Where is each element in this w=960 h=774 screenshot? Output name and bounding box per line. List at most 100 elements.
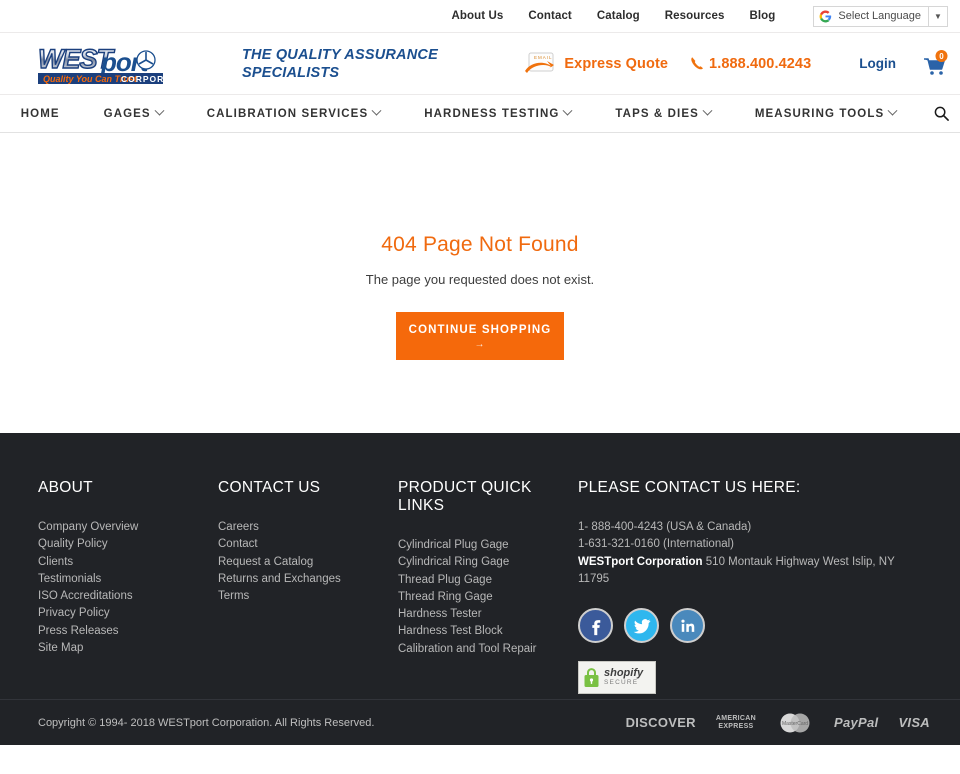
footer-link-request-a-catalog[interactable]: Request a Catalog: [218, 554, 398, 571]
footer-column-products: PRODUCT QUICK LINKS Cylindrical Plug Gag…: [398, 479, 578, 699]
top-nav: About Us Contact Catalog Resources Blog: [451, 10, 775, 22]
footer-column-about: ABOUT Company Overview Quality Policy Cl…: [38, 479, 218, 699]
footer-bottom-bar: Copyright © 1994- 2018 WESTport Corporat…: [0, 699, 960, 745]
topnav-link-about-us[interactable]: About Us: [451, 10, 503, 22]
footer-link-iso-accreditations[interactable]: ISO Accreditations: [38, 588, 218, 605]
chevron-down-icon[interactable]: ▼: [929, 12, 947, 21]
twitter-icon[interactable]: [624, 608, 659, 644]
chevron-down-icon: [371, 105, 382, 116]
linkedin-icon[interactable]: [670, 608, 705, 644]
footer-column-contact: CONTACT US Careers Contact Request a Cat…: [218, 479, 398, 699]
footer-link-careers[interactable]: Careers: [218, 519, 398, 536]
chevron-down-icon: [887, 105, 898, 116]
main-navigation: HOME GAGES CALIBRATION SERVICES HARDNESS…: [0, 95, 960, 133]
footer-link-cylindrical-ring-gage[interactable]: Cylindrical Ring Gage: [398, 554, 578, 571]
error-page-content: 404 Page Not Found The page you requeste…: [0, 133, 960, 433]
cart-count: 0: [939, 52, 944, 61]
header-actions: EMAIL Express Quote 1.888.400.4243 Login: [521, 49, 948, 79]
footer-link-cylindrical-plug-gage[interactable]: Cylindrical Plug Gage: [398, 537, 578, 554]
nav-item-home[interactable]: HOME: [0, 108, 82, 120]
footer-address-line: WESTport Corporation 510 Montauk Highway…: [578, 554, 898, 589]
amex-icon: AMERICAN EXPRESS: [715, 714, 756, 730]
nav-item-hardness-testing-label: HARDNESS TESTING: [424, 107, 560, 120]
footer-link-terms[interactable]: Terms: [218, 588, 398, 605]
nav-item-home-label: HOME: [20, 107, 60, 120]
footer-about-heading: ABOUT: [38, 479, 93, 496]
svg-text:EMAIL: EMAIL: [534, 55, 553, 60]
footer-link-company-overview[interactable]: Company Overview: [38, 519, 218, 536]
footer-link-clients[interactable]: Clients: [38, 554, 218, 571]
footer-link-site-map[interactable]: Site Map: [38, 640, 218, 657]
footer-link-privacy-policy[interactable]: Privacy Policy: [38, 605, 218, 622]
chevron-down-icon: [702, 105, 713, 116]
language-selector[interactable]: Select Language ▼: [813, 5, 948, 27]
westport-logo-icon: WEST port Quality You Can Trust CORPORAT…: [37, 43, 216, 85]
chevron-down-icon: [562, 105, 573, 116]
email-envelope-icon: EMAIL: [521, 49, 559, 79]
lock-icon: [583, 667, 600, 688]
nav-item-calibration-services[interactable]: CALIBRATION SERVICES: [185, 105, 403, 120]
footer-link-hardness-test-block[interactable]: Hardness Test Block: [398, 623, 578, 640]
express-quote-label: Express Quote: [564, 55, 669, 72]
topnav-link-catalog[interactable]: Catalog: [597, 10, 640, 22]
nav-item-taps-and-dies[interactable]: TAPS & DIES: [593, 105, 732, 120]
topnav-link-blog[interactable]: Blog: [749, 10, 775, 22]
footer-link-thread-ring-gage[interactable]: Thread Ring Gage: [398, 589, 578, 606]
svg-text:CORPORATION: CORPORATION: [121, 74, 195, 84]
mastercard-icon: MasterCard: [776, 712, 814, 734]
page-subtitle: The page you requested does not exist.: [365, 272, 595, 287]
shopify-secure-label: SECURE: [604, 679, 639, 687]
paypal-icon: PayPal: [834, 715, 879, 730]
nav-item-hardness-testing[interactable]: HARDNESS TESTING: [402, 105, 593, 120]
footer-link-returns-and-exchanges[interactable]: Returns and Exchanges: [218, 571, 398, 588]
cart-button[interactable]: 0: [922, 49, 948, 78]
site-header: WEST port Quality You Can Trust CORPORAT…: [0, 33, 960, 95]
phone-icon: [690, 56, 704, 71]
google-g-icon: [819, 10, 832, 23]
site-logo[interactable]: WEST port Quality You Can Trust CORPORAT…: [37, 43, 216, 85]
continue-shopping-label: CONTINUE SHOPPING: [408, 324, 552, 337]
footer-phone-international: 1-631-321-0160 (International): [578, 538, 734, 551]
social-links: [578, 608, 898, 644]
site-footer: ABOUT Company Overview Quality Policy Cl…: [0, 433, 960, 699]
footer-company-name: WESTport Corporation: [578, 555, 703, 568]
shopify-secure-badge[interactable]: shopify SECURE: [578, 661, 656, 695]
footer-contact-heading: CONTACT US: [218, 479, 321, 496]
header-phone-link[interactable]: 1.888.400.4243: [690, 56, 811, 72]
language-selector-label: Select Language: [838, 10, 921, 22]
facebook-icon[interactable]: [578, 608, 613, 644]
nav-item-calibration-services-label: CALIBRATION SERVICES: [206, 107, 369, 120]
footer-column-contact-info: PLEASE CONTACT US HERE: 1- 888-400-4243 …: [578, 479, 898, 699]
header-phone-number: 1.888.400.4243: [709, 55, 812, 72]
topnav-link-resources[interactable]: Resources: [665, 10, 725, 22]
footer-link-contact[interactable]: Contact: [218, 536, 398, 553]
shopify-badge-text: shopify SECURE: [604, 668, 643, 687]
search-button[interactable]: [918, 106, 960, 121]
topnav-link-contact[interactable]: Contact: [528, 10, 572, 22]
nav-item-taps-and-dies-label: TAPS & DIES: [615, 107, 699, 120]
chevron-down-icon: [154, 105, 165, 116]
footer-link-thread-plug-gage[interactable]: Thread Plug Gage: [398, 572, 578, 589]
footer-link-quality-policy[interactable]: Quality Policy: [38, 536, 218, 553]
discover-icon: DISCOVER: [625, 715, 696, 730]
login-link[interactable]: Login: [859, 56, 896, 71]
express-quote-link[interactable]: EMAIL Express Quote: [521, 49, 668, 79]
nav-item-gages[interactable]: GAGES: [82, 105, 185, 120]
footer-products-heading: PRODUCT QUICK LINKS: [398, 479, 532, 514]
footer-contact-info-heading: PLEASE CONTACT US HERE:: [578, 479, 801, 496]
search-icon: [934, 106, 950, 121]
header-tagline: THE QUALITY ASSURANCE SPECIALISTS: [242, 46, 438, 81]
arrow-right-icon: →: [474, 338, 486, 350]
continue-shopping-button[interactable]: CONTINUE SHOPPING →: [396, 312, 564, 360]
nav-item-gages-label: GAGES: [103, 107, 151, 120]
visa-icon: VISA: [898, 715, 930, 730]
footer-link-calibration-and-tool-repair[interactable]: Calibration and Tool Repair: [398, 641, 578, 658]
footer-link-press-releases[interactable]: Press Releases: [38, 623, 218, 640]
nav-item-measuring-tools[interactable]: MEASURING TOOLS: [733, 105, 918, 120]
footer-link-hardness-tester[interactable]: Hardness Tester: [398, 606, 578, 623]
svg-text:MasterCard: MasterCard: [782, 721, 808, 727]
nav-item-measuring-tools-label: MEASURING TOOLS: [754, 107, 885, 120]
footer-link-testimonials[interactable]: Testimonials: [38, 571, 218, 588]
payment-methods: DISCOVER AMERICAN EXPRESS MasterCard PayP…: [626, 712, 930, 734]
copyright-text: Copyright © 1994- 2018 WESTport Corporat…: [38, 716, 375, 729]
